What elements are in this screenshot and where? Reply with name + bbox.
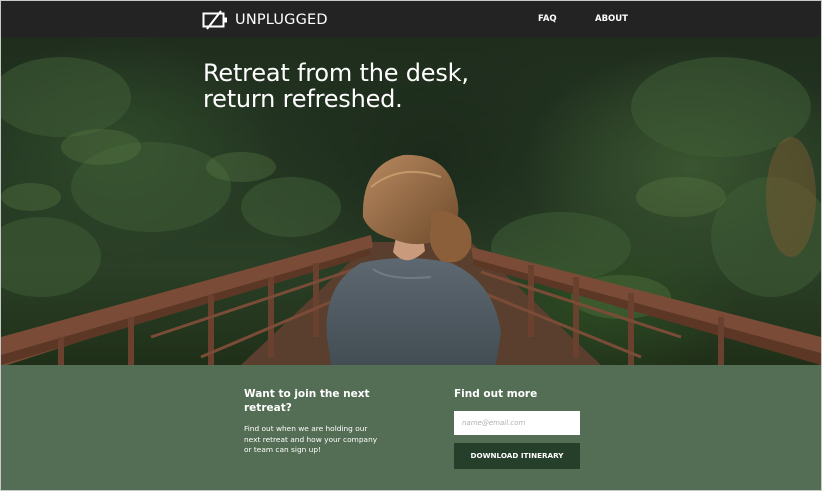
hero-title-line-2: return refreshed. [203, 85, 403, 113]
join-description: Find out when we are holding our next re… [244, 424, 378, 454]
brand-name: UNPLUGGED [235, 12, 328, 28]
download-itinerary-button[interactable]: DOWNLOAD ITINERARY [454, 443, 580, 469]
join-heading: Want to join the next retreat? [244, 388, 370, 414]
signup-section: Want to join the next retreat? Find out … [1, 365, 821, 490]
battery-unplugged-icon [202, 10, 227, 30]
hero-title: Retreat from the desk, return refreshed. [203, 60, 469, 112]
top-nav-bar: UNPLUGGED FAQ ABOUT [1, 1, 821, 37]
hero-title-line-1: Retreat from the desk, [203, 59, 469, 87]
page-frame: UNPLUGGED FAQ ABOUT Retreat from the des… [0, 0, 822, 491]
find-out-heading: Find out more [454, 388, 538, 400]
email-input[interactable] [454, 411, 580, 435]
brand-logo[interactable]: UNPLUGGED [202, 10, 328, 30]
nav-link-faq[interactable]: FAQ [538, 13, 557, 25]
nav-link-about[interactable]: ABOUT [595, 13, 628, 25]
hero-section: Retreat from the desk, return refreshed. [1, 37, 821, 365]
